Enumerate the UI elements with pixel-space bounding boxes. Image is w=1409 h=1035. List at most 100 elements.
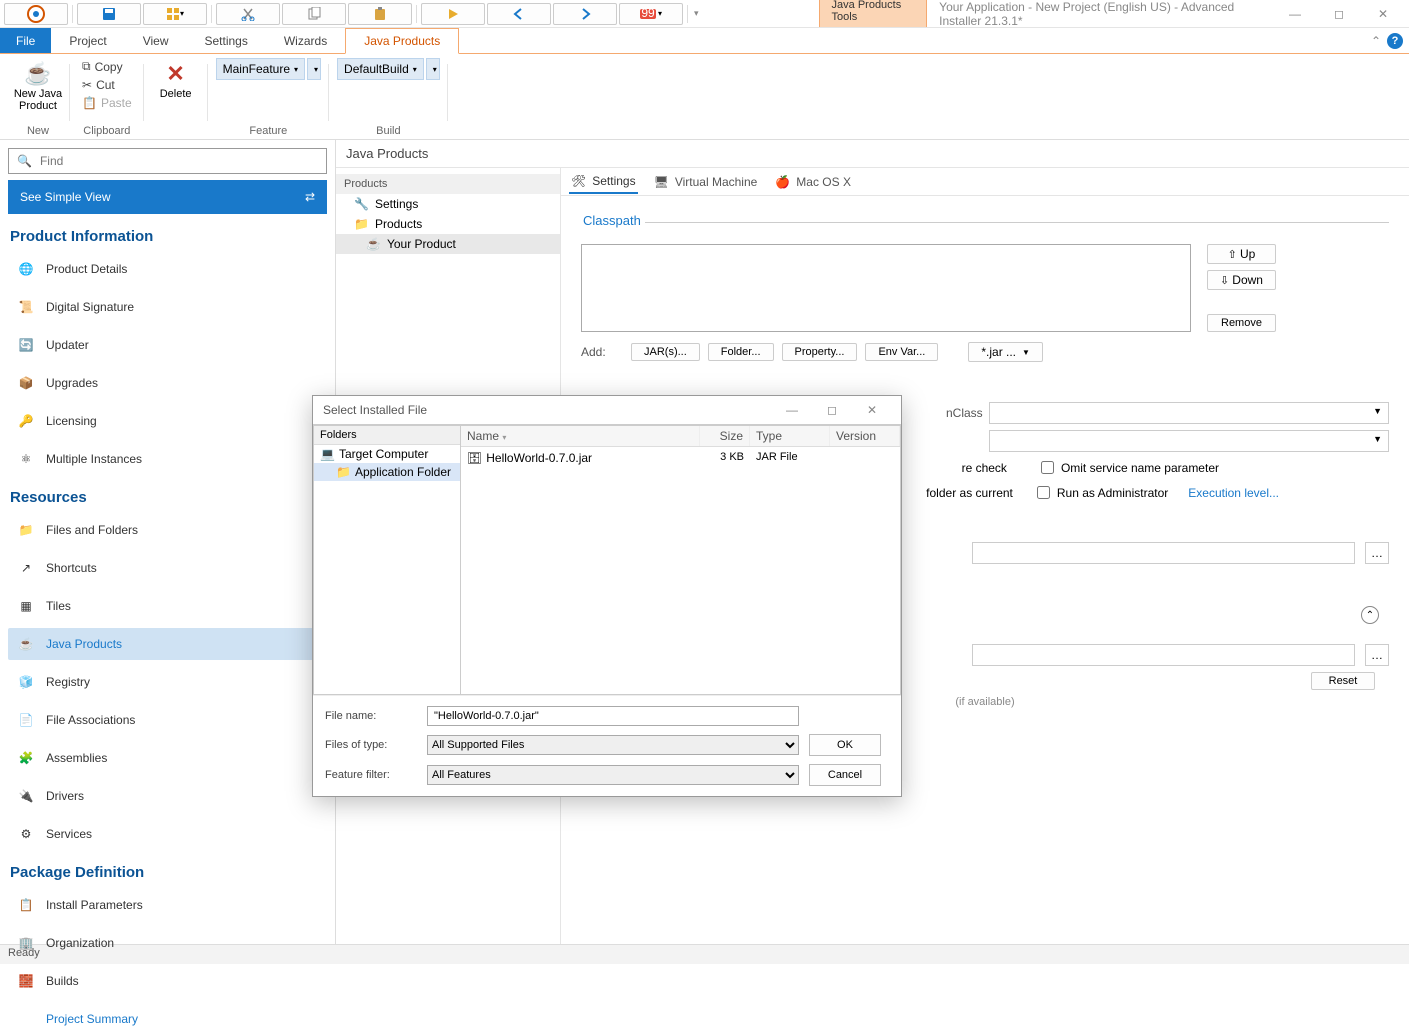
tree-target-computer[interactable]: 💻Target Computer xyxy=(314,445,460,463)
add-folder-button[interactable]: Folder... xyxy=(708,343,774,361)
tree-header: Products xyxy=(336,174,560,194)
grid-icon[interactable]: ▾ xyxy=(143,3,207,25)
nav-upgrades[interactable]: 📦Upgrades xyxy=(8,367,327,399)
col-name[interactable]: Name ▾ xyxy=(461,426,700,446)
nav-updater[interactable]: 🔄Updater xyxy=(8,329,327,361)
nav-organization[interactable]: 🏢Organization xyxy=(8,927,327,959)
omit-param-checkbox[interactable]: Omit service name parameter xyxy=(1037,458,1219,477)
classpath-listbox[interactable] xyxy=(581,244,1191,332)
close-button[interactable]: ✕ xyxy=(1361,0,1405,28)
run-admin-checkbox[interactable]: Run as Administrator xyxy=(1033,483,1168,502)
nav-licensing[interactable]: 🔑Licensing xyxy=(8,405,327,437)
app-icon[interactable] xyxy=(4,3,68,25)
subtab-settings[interactable]: 🛠Settings xyxy=(569,170,638,194)
copy-qat-icon[interactable] xyxy=(282,3,346,25)
run-icon[interactable] xyxy=(421,3,485,25)
filetype-select[interactable]: All Supported Files xyxy=(427,735,799,755)
class-combo[interactable]: nClass ▼ xyxy=(989,402,1389,424)
forward-icon[interactable] xyxy=(553,3,617,25)
maximize-button[interactable]: ◻ xyxy=(1317,0,1361,28)
paste-button[interactable]: 📋Paste xyxy=(78,95,136,111)
path-input-2[interactable] xyxy=(972,644,1355,666)
feature-combo[interactable]: MainFeature▾ xyxy=(216,58,305,80)
tab-java-products[interactable]: Java Products xyxy=(345,28,459,54)
tree-settings[interactable]: 🔧Settings xyxy=(336,194,560,214)
path-input-1[interactable] xyxy=(972,542,1355,564)
dialog-maximize[interactable]: ◻ xyxy=(813,398,851,422)
add-jar-button[interactable]: JAR(s)... xyxy=(631,343,700,361)
subtab-vm[interactable]: 🖥Virtual Machine xyxy=(652,171,760,193)
browse-button-1[interactable]: … xyxy=(1365,542,1389,564)
minimize-button[interactable]: — xyxy=(1273,0,1317,28)
cut-qat-icon[interactable] xyxy=(216,3,280,25)
new-java-product-button[interactable]: ☕ New Java Product xyxy=(14,58,62,114)
nav-builds[interactable]: 🧱Builds xyxy=(8,965,327,997)
build-combo[interactable]: DefaultBuild▾ xyxy=(337,58,424,80)
find-box[interactable]: 🔍 xyxy=(8,148,327,174)
nav-tiles[interactable]: ▦Tiles xyxy=(8,590,327,622)
tab-wizards[interactable]: Wizards xyxy=(266,28,345,53)
help-icon[interactable]: ? xyxy=(1387,33,1403,49)
collapse-toggle[interactable]: ⌃ xyxy=(1361,606,1379,624)
delete-button[interactable]: ✕ Delete xyxy=(152,58,200,102)
nav-services[interactable]: ⚙Services xyxy=(8,818,327,850)
tab-project[interactable]: Project xyxy=(51,28,124,53)
filename-input[interactable] xyxy=(427,706,799,726)
up-button[interactable]: ⇧ Up xyxy=(1207,244,1276,264)
copy-button[interactable]: ⧉Copy xyxy=(78,58,136,75)
ribbon-group-build: DefaultBuild▾ ▾ Build xyxy=(329,58,448,139)
gear-icon: ⚙ xyxy=(16,824,36,844)
filter-combo[interactable]: *.jar ...▼ xyxy=(968,342,1043,362)
featurefilter-select[interactable]: All Features xyxy=(427,765,799,785)
nav-java-products[interactable]: ☕Java Products xyxy=(8,628,327,660)
nav-project-summary[interactable]: Project Summary xyxy=(8,1003,327,1035)
nav-files-folders[interactable]: 📁Files and Folders xyxy=(8,514,327,546)
sig-check-label: re check xyxy=(962,461,1007,475)
find-input[interactable] xyxy=(38,153,318,169)
generic-combo-2[interactable]: ▼ xyxy=(989,430,1389,452)
nav-file-associations[interactable]: 📄File Associations xyxy=(8,704,327,736)
collapse-ribbon-icon[interactable]: ⌃ xyxy=(1371,34,1381,48)
paste-qat-icon[interactable] xyxy=(348,3,412,25)
ok-button[interactable]: OK xyxy=(809,734,881,756)
file-tab[interactable]: File xyxy=(0,28,51,53)
cancel-button[interactable]: Cancel xyxy=(809,764,881,786)
add-property-button[interactable]: Property... xyxy=(782,343,858,361)
cut-button[interactable]: ✂Cut xyxy=(78,77,136,93)
browse-button-2[interactable]: … xyxy=(1365,644,1389,666)
simple-view-button[interactable]: See Simple View ⇄ xyxy=(8,180,327,214)
nav-install-params[interactable]: 📋Install Parameters xyxy=(8,889,327,921)
tree-application-folder[interactable]: 📁Application Folder xyxy=(314,463,460,481)
feature-combo-split[interactable]: ▾ xyxy=(307,58,321,80)
dialog-close[interactable]: ✕ xyxy=(853,398,891,422)
add-envvar-button[interactable]: Env Var... xyxy=(865,343,938,361)
apple-icon: 🍎 xyxy=(775,175,790,189)
down-button[interactable]: ⇩ Down xyxy=(1207,270,1276,290)
nav-assemblies[interactable]: 🧩Assemblies xyxy=(8,742,327,774)
tab-view[interactable]: View xyxy=(125,28,187,53)
tree-products[interactable]: 📁Products xyxy=(336,214,560,234)
col-type[interactable]: Type xyxy=(750,426,830,446)
remove-button[interactable]: Remove xyxy=(1207,314,1276,332)
tree-your-product[interactable]: ☕Your Product xyxy=(336,234,560,254)
nav-drivers[interactable]: 🔌Drivers xyxy=(8,780,327,812)
nav-multiple-instances[interactable]: ⚛Multiple Instances xyxy=(8,443,327,475)
context-tab[interactable]: Java Products Tools xyxy=(819,0,928,27)
dialog-minimize[interactable]: — xyxy=(773,398,811,422)
nav-shortcuts[interactable]: ↗Shortcuts xyxy=(8,552,327,584)
col-version[interactable]: Version xyxy=(830,426,900,446)
nav-registry[interactable]: 🧊Registry xyxy=(8,666,327,698)
back-icon[interactable] xyxy=(487,3,551,25)
reset-button[interactable]: Reset xyxy=(1311,672,1375,690)
save-icon[interactable] xyxy=(77,3,141,25)
subtab-macosx[interactable]: 🍎Mac OS X xyxy=(773,171,853,193)
tab-settings[interactable]: Settings xyxy=(187,28,266,53)
exec-level-link[interactable]: Execution level... xyxy=(1188,486,1279,500)
col-size[interactable]: Size xyxy=(700,426,750,446)
build-combo-split[interactable]: ▾ xyxy=(426,58,440,80)
nav-product-details[interactable]: 🌐Product Details xyxy=(8,253,327,285)
badge-icon[interactable]: 99▾ xyxy=(619,3,683,25)
file-row[interactable]: 🗄HelloWorld-0.7.0.jar 3 KB JAR File xyxy=(461,447,900,469)
nav-digital-signature[interactable]: 📜Digital Signature xyxy=(8,291,327,323)
dialog-titlebar[interactable]: Select Installed File — ◻ ✕ xyxy=(313,396,901,424)
